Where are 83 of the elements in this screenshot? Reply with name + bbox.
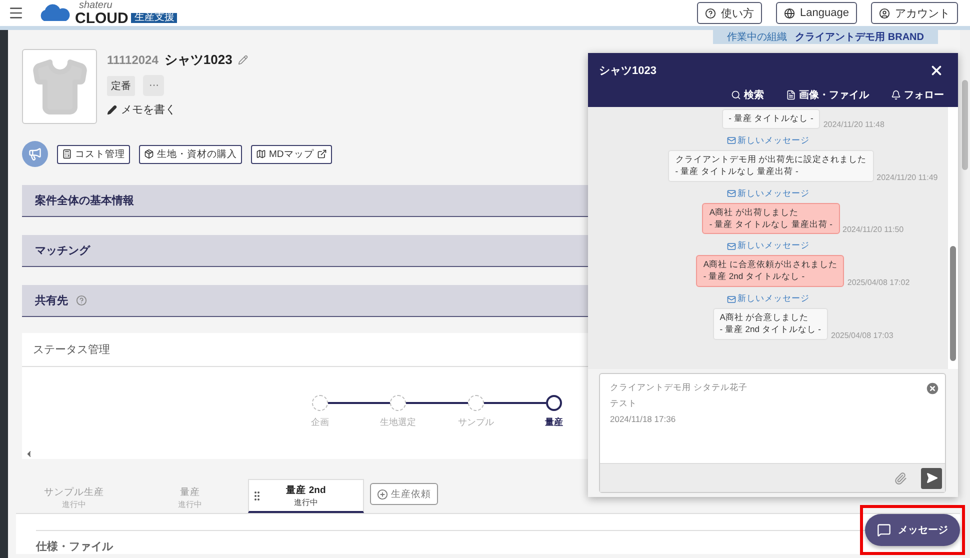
pencil-icon bbox=[107, 104, 117, 114]
step-label: サンプル bbox=[458, 416, 494, 429]
message-bubble: クライアントデモ用 が出荷先に設定されました - 量産 タイトルなし 量産出荷 - bbox=[668, 150, 874, 182]
chat-title: シャツ1023 bbox=[599, 64, 656, 78]
close-icon bbox=[925, 381, 940, 396]
cost-button[interactable]: コスト管理 bbox=[57, 144, 130, 164]
tag-label: 定番 bbox=[107, 76, 135, 96]
organization-name: クライアントデモ用 BRAND bbox=[795, 31, 924, 44]
external-link-icon bbox=[316, 149, 327, 159]
megaphone-icon bbox=[28, 147, 42, 161]
cloud-logo-icon bbox=[38, 4, 72, 22]
message-bubble: A商社 が合意しました - 量産 2nd タイトルなし - bbox=[712, 308, 828, 340]
paperclip-icon bbox=[894, 472, 907, 484]
message-time: 2025/04/08 17:03 bbox=[831, 331, 894, 340]
step-label: 生地選定 bbox=[380, 416, 416, 429]
file-button[interactable]: 画像・ファイル bbox=[786, 88, 869, 102]
globe-icon bbox=[784, 8, 796, 18]
step-label: 企画 bbox=[311, 416, 329, 429]
close-button[interactable] bbox=[929, 63, 944, 78]
section-title: 案件全体の基本情報 bbox=[35, 193, 134, 208]
plus-icon bbox=[377, 488, 388, 500]
help-button[interactable]: 使い方 bbox=[697, 2, 762, 24]
product-name: シャツ1023 bbox=[164, 51, 232, 69]
logo-text: shateru bbox=[79, 0, 114, 10]
search-button[interactable]: 検索 bbox=[731, 88, 764, 102]
account-button[interactable]: アカウント bbox=[871, 2, 958, 24]
close-icon bbox=[929, 63, 944, 78]
message-icon bbox=[877, 523, 891, 537]
calculator-icon bbox=[62, 149, 72, 159]
new-message-label: 新しいメッセージ bbox=[726, 293, 810, 306]
send-icon bbox=[926, 472, 938, 484]
step-line bbox=[484, 402, 546, 404]
follow-button[interactable]: フォロー bbox=[891, 88, 944, 102]
memo-link[interactable]: メモを書く bbox=[107, 102, 248, 117]
reply-text: テスト bbox=[610, 398, 637, 410]
help-icon bbox=[705, 8, 716, 18]
scrollbar-thumb[interactable] bbox=[950, 246, 956, 361]
step-line bbox=[328, 402, 390, 404]
language-button[interactable]: Language bbox=[776, 2, 857, 24]
package-icon bbox=[144, 149, 154, 159]
message-bubble: - 量産 タイトルなし - bbox=[722, 109, 820, 129]
more-button[interactable]: ··· bbox=[143, 75, 164, 96]
section-title: マッチング bbox=[35, 244, 90, 258]
new-message-label: 新しいメッセージ bbox=[726, 134, 810, 147]
product-code: 11112024 bbox=[107, 53, 158, 67]
message-time: 2025/04/08 17:02 bbox=[847, 278, 910, 288]
message-bubble: A商社 が出荷しました - 量産 タイトルなし 量産出荷 - bbox=[702, 202, 840, 234]
message-time: 2024/11/20 11:48 bbox=[823, 120, 884, 129]
message-button[interactable]: メッセージ bbox=[865, 514, 960, 546]
new-message-label: 新しいメッセージ bbox=[726, 240, 810, 252]
mail-icon bbox=[726, 294, 736, 304]
step-label: 量産 bbox=[545, 416, 563, 429]
file-icon bbox=[786, 90, 796, 100]
attach-button[interactable] bbox=[894, 472, 907, 484]
logo-text: CLOUD bbox=[75, 10, 128, 26]
message-input[interactable]: クライアントデモ用 シタテル花子 テスト 2024/11/18 17:36 bbox=[599, 373, 946, 493]
message-bubble: A商社 に合意依頼が出されました - 量産 2nd タイトルなし - bbox=[696, 255, 844, 288]
message-time: 2024/11/20 11:49 bbox=[876, 172, 938, 182]
menu-icon[interactable] bbox=[8, 5, 24, 21]
scrollbar-thumb[interactable] bbox=[962, 80, 968, 170]
send-button[interactable] bbox=[921, 468, 942, 488]
mail-icon bbox=[726, 242, 736, 251]
map-icon bbox=[256, 149, 266, 159]
help-icon[interactable] bbox=[76, 295, 87, 306]
announce-button[interactable] bbox=[22, 141, 48, 167]
phase-tab[interactable]: 量産 2nd 進行中 bbox=[248, 479, 364, 513]
reply-sender: クライアントデモ用 シタテル花子 bbox=[610, 382, 748, 394]
section-title: 共有先 bbox=[35, 294, 68, 308]
new-message-label: 新しいメッセージ bbox=[726, 188, 810, 200]
remove-reply-button[interactable] bbox=[925, 381, 940, 396]
map-button[interactable]: MDマップ bbox=[251, 144, 332, 164]
bell-icon bbox=[891, 90, 901, 100]
mail-icon bbox=[726, 136, 736, 146]
edit-icon[interactable] bbox=[238, 55, 248, 65]
organization-label: 作業中の組織 bbox=[727, 30, 788, 44]
step-line bbox=[406, 402, 468, 404]
mail-icon bbox=[726, 189, 736, 198]
user-icon bbox=[879, 8, 890, 18]
search-icon bbox=[731, 90, 741, 100]
reply-time: 2024/11/18 17:36 bbox=[610, 414, 676, 424]
add-request-button[interactable]: 生産依頼 bbox=[370, 483, 438, 505]
material-button[interactable]: 生地・資材の購入 bbox=[139, 144, 242, 164]
message-time: 2024/11/20 11:50 bbox=[842, 225, 904, 234]
